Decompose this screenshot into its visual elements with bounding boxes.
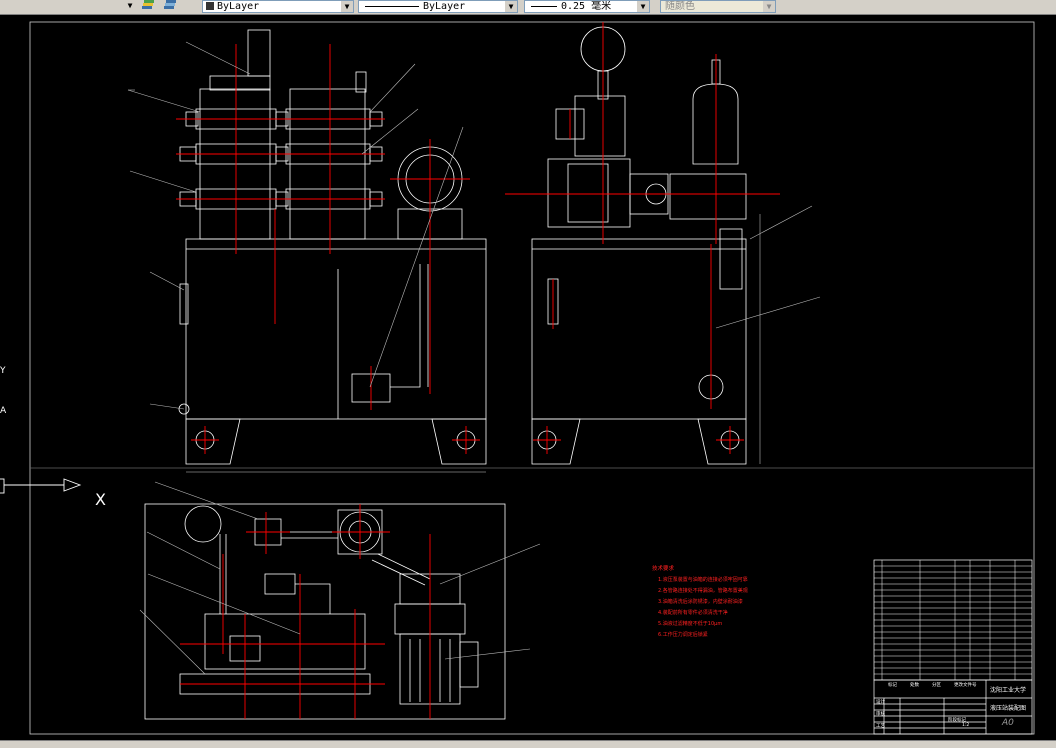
color-swatch-icon: [206, 2, 214, 10]
title-block-label: 标记: [888, 683, 897, 688]
linetype-combo[interactable]: ByLayer ▼: [358, 0, 518, 13]
side-view-centerlines: [505, 22, 780, 454]
model-space-canvas[interactable]: X Y A 技术要求 1.液压泵装置与油箱的连接必须牢固可靠 2.各管路连接处不…: [0, 14, 1056, 740]
top-view: [144, 503, 506, 720]
title-block-scale: 1:2: [962, 723, 970, 728]
lineweight-sample-icon: [531, 5, 557, 7]
layer-previous-icon[interactable]: [163, 0, 177, 12]
title-block-label: 设计: [876, 700, 885, 705]
properties-toolbar: ▼ ByLayer ▼ ByLayer ▼ 0.25 毫米 ▼ 随颜色 ▼: [0, 0, 1056, 15]
chevron-down-icon[interactable]: ▼: [341, 1, 353, 12]
tech-note-item: 1.液压泵装置与油箱的连接必须牢固可靠: [658, 577, 748, 583]
side-letter-a: A: [0, 406, 7, 416]
chevron-down-icon[interactable]: ▼: [505, 1, 517, 12]
side-view: [531, 26, 761, 465]
top-view-leaders: [139, 481, 541, 675]
side-letter-y: Y: [0, 366, 6, 376]
tech-note-item: 5.油液过滤精度不低于10μm: [658, 621, 723, 627]
color-combo[interactable]: ByLayer ▼: [202, 0, 354, 13]
title-block-label: 审核: [876, 712, 885, 717]
layer-combo-tail[interactable]: ▼: [0, 0, 138, 13]
tech-notes-title: 技术要求: [652, 566, 675, 572]
title-block-drawing-name: 液压站装配图: [990, 705, 1027, 712]
ucs-icon: [0, 478, 82, 494]
front-view: [178, 29, 487, 473]
side-tank: [531, 238, 747, 420]
lineweight-combo[interactable]: 0.25 毫米 ▼: [524, 0, 650, 13]
technical-requirements: 技术要求 1.液压泵装置与油箱的连接必须牢固可靠 2.各管路连接处不得漏油，管路…: [652, 564, 852, 641]
chevron-down-icon[interactable]: ▼: [637, 1, 649, 12]
tech-note-item: 2.各管路连接处不得漏油，管路布置美观: [658, 588, 748, 594]
title-block-label: 更改文件号: [954, 683, 977, 688]
plotstyle-combo-value: 随颜色: [665, 1, 695, 12]
plotstyle-combo[interactable]: 随颜色 ▼: [660, 0, 776, 13]
title-block-label: 工艺: [876, 724, 885, 729]
chevron-down-icon[interactable]: ▼: [124, 0, 136, 11]
title-block-label: 处数: [910, 683, 919, 688]
linetype-sample-icon: [365, 5, 419, 7]
layer-states-icon[interactable]: [141, 0, 155, 12]
drawing-svg: [0, 21, 1035, 735]
title-block-school: 沈阳工业大学: [990, 687, 1027, 694]
ucs-x-axis-label: X: [95, 490, 106, 509]
top-view-centerlines: [180, 504, 431, 719]
lineweight-combo-value: 0.25 毫米: [561, 1, 612, 12]
front-tank: [185, 238, 487, 420]
front-view-leaders: [127, 41, 464, 410]
linetype-combo-value: ByLayer: [423, 1, 466, 12]
tech-note-item: 6.工作压力调定后锁紧: [658, 632, 708, 638]
title-block-sheet-size: A0: [1002, 718, 1014, 728]
top-plate: [144, 503, 506, 720]
tech-note-item: 4.装配前所有零件必须清洗干净: [658, 610, 728, 616]
tech-note-item: 3.油箱清洗后涂防锈漆，内壁涂耐油漆: [658, 599, 743, 605]
side-view-leaders: [715, 205, 821, 329]
chevron-down-icon[interactable]: ▼: [763, 1, 775, 12]
color-combo-value: ByLayer: [217, 1, 260, 12]
title-block-label: 分区: [932, 683, 941, 688]
parts-list-rows: [874, 560, 1032, 680]
